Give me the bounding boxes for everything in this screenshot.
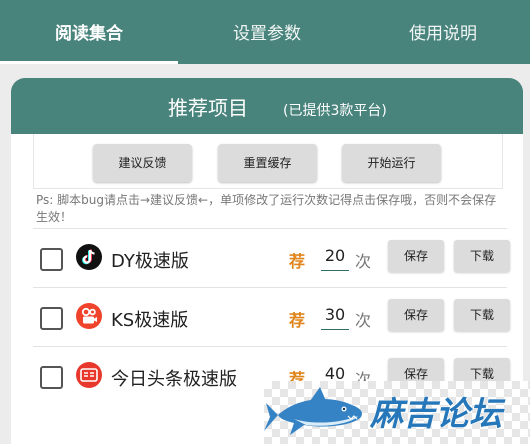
count-unit: 次 xyxy=(355,311,372,330)
tab-settings[interactable]: 设置参数 xyxy=(178,0,356,64)
douyin-icon xyxy=(76,244,102,270)
save-button[interactable]: 保存 xyxy=(388,240,444,272)
recommend-badge: 荐 xyxy=(289,252,306,271)
top-tab-bar: 阅读集合 设置参数 使用说明 xyxy=(0,0,530,64)
count-unit: 次 xyxy=(355,252,372,271)
active-tab-indicator xyxy=(0,61,178,64)
kuaishou-icon xyxy=(76,303,102,329)
shark-logo-icon: 麻吉论坛 xyxy=(264,387,507,435)
app-name: KS极速版 xyxy=(111,310,189,331)
reset-cache-button[interactable]: 重置缓存 xyxy=(218,144,317,182)
watermark-text: 麻吉论坛 xyxy=(369,394,506,433)
run-count-input[interactable]: 20 xyxy=(321,241,349,271)
run-count-input[interactable]: 30 xyxy=(321,300,349,330)
download-button[interactable]: 下载 xyxy=(454,299,510,331)
app-row-ks: KS极速版 荐 30 次 保存 下载 xyxy=(33,287,510,346)
feedback-button[interactable]: 建议反馈 xyxy=(93,144,192,182)
app-checkbox[interactable] xyxy=(40,366,63,389)
download-button[interactable]: 下载 xyxy=(454,240,510,272)
tab-reading-collection[interactable]: 阅读集合 xyxy=(0,0,178,64)
app-name: 今日头条极速版 xyxy=(111,369,237,390)
app-checkbox[interactable] xyxy=(40,307,63,330)
save-button[interactable]: 保存 xyxy=(388,299,444,331)
app-row-dy: DY极速版 荐 20 次 保存 下载 xyxy=(33,228,510,287)
app-name: DY极速版 xyxy=(111,251,189,272)
start-run-button[interactable]: 开始运行 xyxy=(342,144,441,182)
usage-note: Ps: 脚本bug请点击→建议反馈←，单项修改了运行次数记得点击保存哦，否则不会… xyxy=(36,193,497,224)
card-title: 推荐项目 xyxy=(168,96,248,120)
toutiao-icon xyxy=(76,362,102,388)
card-header: 推荐项目 (已提供3款平台) xyxy=(11,78,523,134)
app-checkbox[interactable] xyxy=(40,248,63,271)
card-subtitle: (已提供3款平台) xyxy=(283,103,387,119)
forum-watermark: 麻吉论坛 xyxy=(264,381,530,444)
recommend-badge: 荐 xyxy=(289,311,306,330)
tab-instructions[interactable]: 使用说明 xyxy=(356,0,530,64)
